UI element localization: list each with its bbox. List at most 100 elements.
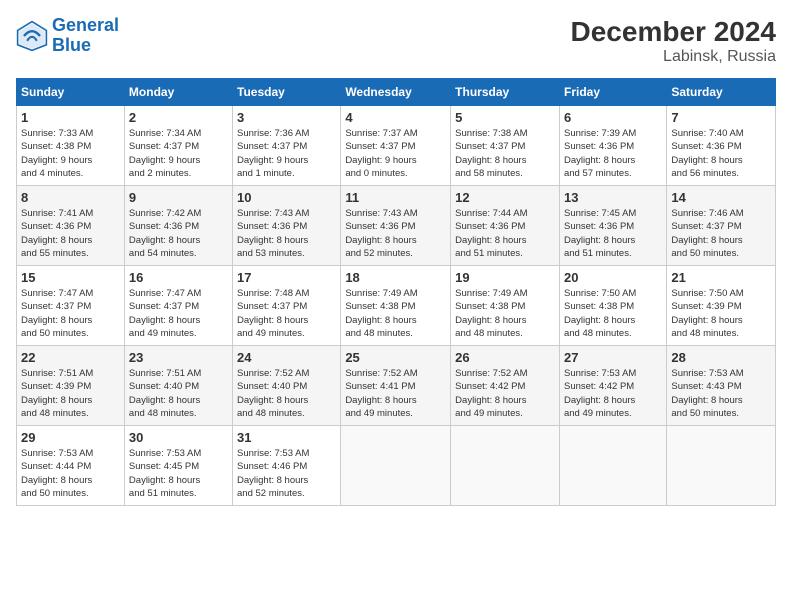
day-info: Sunrise: 7:44 AM Sunset: 4:36 PM Dayligh…	[455, 207, 555, 260]
day-info: Sunrise: 7:53 AM Sunset: 4:46 PM Dayligh…	[237, 447, 336, 500]
day-info: Sunrise: 7:42 AM Sunset: 4:36 PM Dayligh…	[129, 207, 228, 260]
calendar-cell	[451, 426, 560, 506]
day-number: 23	[129, 350, 228, 365]
day-info: Sunrise: 7:45 AM Sunset: 4:36 PM Dayligh…	[564, 207, 662, 260]
day-info: Sunrise: 7:43 AM Sunset: 4:36 PM Dayligh…	[345, 207, 446, 260]
day-number: 11	[345, 190, 446, 205]
day-number: 9	[129, 190, 228, 205]
day-info: Sunrise: 7:52 AM Sunset: 4:41 PM Dayligh…	[345, 367, 446, 420]
day-number: 19	[455, 270, 555, 285]
day-info: Sunrise: 7:53 AM Sunset: 4:43 PM Dayligh…	[671, 367, 771, 420]
day-info: Sunrise: 7:52 AM Sunset: 4:42 PM Dayligh…	[455, 367, 555, 420]
calendar-cell	[667, 426, 776, 506]
title-block: December 2024 Labinsk, Russia	[571, 16, 776, 66]
day-info: Sunrise: 7:51 AM Sunset: 4:40 PM Dayligh…	[129, 367, 228, 420]
day-info: Sunrise: 7:33 AM Sunset: 4:38 PM Dayligh…	[21, 127, 120, 180]
logo-general: General	[52, 15, 119, 35]
calendar-cell: 10 Sunrise: 7:43 AM Sunset: 4:36 PM Dayli…	[233, 186, 341, 266]
page-subtitle: Labinsk, Russia	[571, 48, 776, 66]
logo-text: General Blue	[52, 16, 119, 56]
calendar-header-row: SundayMondayTuesdayWednesdayThursdayFrid…	[17, 79, 776, 106]
day-number: 21	[671, 270, 771, 285]
day-info: Sunrise: 7:53 AM Sunset: 4:42 PM Dayligh…	[564, 367, 662, 420]
day-number: 28	[671, 350, 771, 365]
day-number: 5	[455, 110, 555, 125]
day-number: 22	[21, 350, 120, 365]
day-number: 18	[345, 270, 446, 285]
day-number: 13	[564, 190, 662, 205]
day-info: Sunrise: 7:53 AM Sunset: 4:44 PM Dayligh…	[21, 447, 120, 500]
calendar-cell: 23 Sunrise: 7:51 AM Sunset: 4:40 PM Dayli…	[124, 346, 232, 426]
calendar-cell: 4 Sunrise: 7:37 AM Sunset: 4:37 PM Daylig…	[341, 106, 451, 186]
calendar-cell: 31 Sunrise: 7:53 AM Sunset: 4:46 PM Dayli…	[233, 426, 341, 506]
calendar-week-4: 29Sunrise: 7:53 AM Sunset: 4:44 PM Dayli…	[17, 426, 776, 506]
calendar-cell: 9 Sunrise: 7:42 AM Sunset: 4:36 PM Daylig…	[124, 186, 232, 266]
day-number: 26	[455, 350, 555, 365]
col-tuesday: Tuesday	[233, 79, 341, 106]
day-number: 24	[237, 350, 336, 365]
calendar-cell: 27 Sunrise: 7:53 AM Sunset: 4:42 PM Dayli…	[559, 346, 666, 426]
day-info: Sunrise: 7:48 AM Sunset: 4:37 PM Dayligh…	[237, 287, 336, 340]
calendar-cell: 18Sunrise: 7:49 AM Sunset: 4:38 PM Dayli…	[341, 266, 451, 346]
calendar-cell: 29Sunrise: 7:53 AM Sunset: 4:44 PM Dayli…	[17, 426, 125, 506]
calendar-cell: 17 Sunrise: 7:48 AM Sunset: 4:37 PM Dayli…	[233, 266, 341, 346]
col-wednesday: Wednesday	[341, 79, 451, 106]
calendar-week-0: 1 Sunrise: 7:33 AM Sunset: 4:38 PM Daylig…	[17, 106, 776, 186]
day-number: 6	[564, 110, 662, 125]
day-info: Sunrise: 7:37 AM Sunset: 4:37 PM Dayligh…	[345, 127, 446, 180]
day-number: 4	[345, 110, 446, 125]
col-monday: Monday	[124, 79, 232, 106]
calendar-cell: 19 Sunrise: 7:49 AM Sunset: 4:38 PM Dayli…	[451, 266, 560, 346]
day-number: 31	[237, 430, 336, 445]
calendar-cell: 3 Sunrise: 7:36 AM Sunset: 4:37 PM Daylig…	[233, 106, 341, 186]
day-info: Sunrise: 7:49 AM Sunset: 4:38 PM Dayligh…	[455, 287, 555, 340]
day-info: Sunrise: 7:43 AM Sunset: 4:36 PM Dayligh…	[237, 207, 336, 260]
calendar-week-3: 22Sunrise: 7:51 AM Sunset: 4:39 PM Dayli…	[17, 346, 776, 426]
day-number: 7	[671, 110, 771, 125]
day-number: 16	[129, 270, 228, 285]
calendar-cell: 21 Sunrise: 7:50 AM Sunset: 4:39 PM Dayli…	[667, 266, 776, 346]
logo-icon	[16, 20, 48, 52]
col-thursday: Thursday	[451, 79, 560, 106]
calendar-cell: 1 Sunrise: 7:33 AM Sunset: 4:38 PM Daylig…	[17, 106, 125, 186]
calendar-cell: 6Sunrise: 7:39 AM Sunset: 4:36 PM Daylig…	[559, 106, 666, 186]
day-info: Sunrise: 7:41 AM Sunset: 4:36 PM Dayligh…	[21, 207, 120, 260]
col-saturday: Saturday	[667, 79, 776, 106]
day-number: 8	[21, 190, 120, 205]
calendar-cell: 11 Sunrise: 7:43 AM Sunset: 4:36 PM Dayli…	[341, 186, 451, 266]
calendar-cell: 25Sunrise: 7:52 AM Sunset: 4:41 PM Dayli…	[341, 346, 451, 426]
calendar-cell: 22Sunrise: 7:51 AM Sunset: 4:39 PM Dayli…	[17, 346, 125, 426]
day-number: 1	[21, 110, 120, 125]
calendar-week-1: 8 Sunrise: 7:41 AM Sunset: 4:36 PM Daylig…	[17, 186, 776, 266]
calendar-cell: 15 Sunrise: 7:47 AM Sunset: 4:37 PM Dayli…	[17, 266, 125, 346]
day-info: Sunrise: 7:47 AM Sunset: 4:37 PM Dayligh…	[21, 287, 120, 340]
day-number: 30	[129, 430, 228, 445]
logo-blue: Blue	[52, 35, 91, 55]
day-info: Sunrise: 7:50 AM Sunset: 4:38 PM Dayligh…	[564, 287, 662, 340]
day-number: 3	[237, 110, 336, 125]
day-info: Sunrise: 7:50 AM Sunset: 4:39 PM Dayligh…	[671, 287, 771, 340]
day-info: Sunrise: 7:36 AM Sunset: 4:37 PM Dayligh…	[237, 127, 336, 180]
day-number: 27	[564, 350, 662, 365]
day-info: Sunrise: 7:38 AM Sunset: 4:37 PM Dayligh…	[455, 127, 555, 180]
header: General Blue December 2024 Labinsk, Russ…	[16, 16, 776, 66]
col-friday: Friday	[559, 79, 666, 106]
calendar-cell: 13 Sunrise: 7:45 AM Sunset: 4:36 PM Dayli…	[559, 186, 666, 266]
day-number: 17	[237, 270, 336, 285]
day-number: 14	[671, 190, 771, 205]
day-number: 12	[455, 190, 555, 205]
calendar-cell	[559, 426, 666, 506]
calendar-week-2: 15 Sunrise: 7:47 AM Sunset: 4:37 PM Dayli…	[17, 266, 776, 346]
calendar-cell	[341, 426, 451, 506]
day-number: 10	[237, 190, 336, 205]
col-sunday: Sunday	[17, 79, 125, 106]
calendar-cell: 30Sunrise: 7:53 AM Sunset: 4:45 PM Dayli…	[124, 426, 232, 506]
day-info: Sunrise: 7:34 AM Sunset: 4:37 PM Dayligh…	[129, 127, 228, 180]
calendar-table: SundayMondayTuesdayWednesdayThursdayFrid…	[16, 78, 776, 506]
calendar-cell: 7Sunrise: 7:40 AM Sunset: 4:36 PM Daylig…	[667, 106, 776, 186]
page-title: December 2024	[571, 16, 776, 48]
calendar-cell: 16Sunrise: 7:47 AM Sunset: 4:37 PM Dayli…	[124, 266, 232, 346]
day-number: 15	[21, 270, 120, 285]
calendar-cell: 28 Sunrise: 7:53 AM Sunset: 4:43 PM Dayli…	[667, 346, 776, 426]
day-info: Sunrise: 7:52 AM Sunset: 4:40 PM Dayligh…	[237, 367, 336, 420]
